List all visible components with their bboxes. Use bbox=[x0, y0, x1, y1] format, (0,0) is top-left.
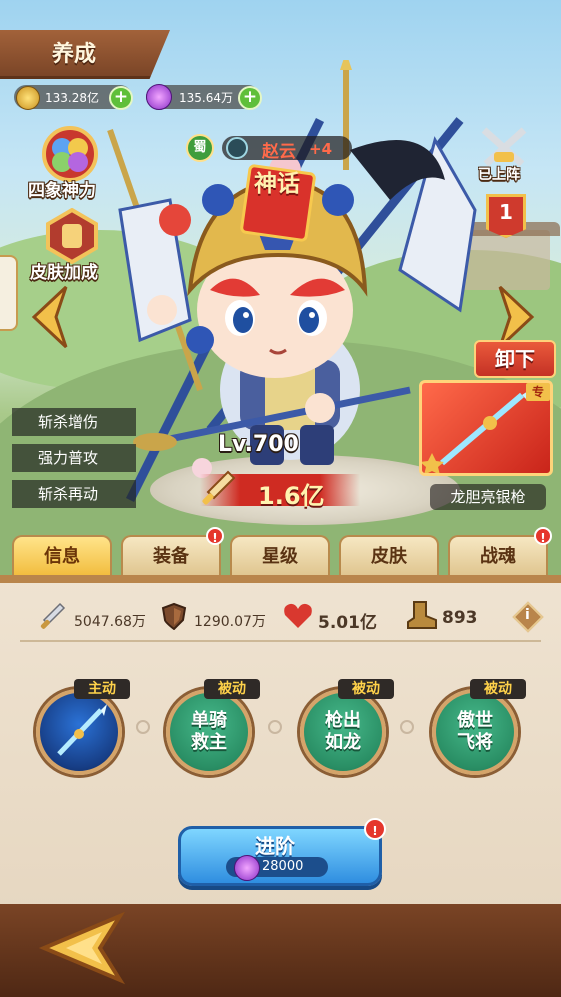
hp-value: 5.01亿 bbox=[318, 613, 377, 633]
four-symbols-label: 四象神力 bbox=[28, 181, 96, 201]
attack-value: 5047.68万 bbox=[74, 614, 146, 630]
rarity-label: 神话 bbox=[254, 171, 300, 197]
buff-item: 强力普攻 bbox=[12, 444, 136, 472]
gold-coin-icon bbox=[16, 86, 40, 110]
skill-active[interactable] bbox=[36, 689, 122, 775]
hero-power: 1.6亿 bbox=[258, 482, 325, 510]
skin-bonus-icon bbox=[46, 207, 98, 265]
hero-name: 赵云 bbox=[262, 142, 296, 162]
skill-type-tag: 被动 bbox=[204, 679, 260, 699]
gold-amount: 133.28亿 bbox=[45, 91, 99, 105]
skill-passive[interactable]: 傲世 飞将 bbox=[432, 689, 518, 775]
four-symbols-icon bbox=[42, 126, 98, 182]
tab-skin[interactable]: 皮肤 bbox=[339, 535, 439, 575]
unequip-button[interactable]: 卸下 bbox=[474, 340, 556, 378]
skill-name: 单骑 救主 bbox=[191, 710, 227, 753]
advance-cost: 28000 bbox=[262, 859, 304, 874]
hp-heart-icon bbox=[284, 603, 312, 628]
purple-gem-icon bbox=[234, 855, 260, 881]
info-icon: i bbox=[525, 607, 530, 623]
four-symbols-button[interactable] bbox=[40, 124, 100, 184]
skill-passive[interactable]: 枪出 如龙 bbox=[300, 689, 386, 775]
speed-boot-icon bbox=[407, 601, 437, 629]
add-gold-button[interactable]: + bbox=[109, 86, 133, 110]
skill-name: 枪出 如龙 bbox=[325, 710, 361, 753]
skill-name: 傲世 飞将 bbox=[457, 710, 493, 753]
weapon-name: 龙胆亮银枪 bbox=[430, 484, 546, 510]
skill-separator bbox=[136, 720, 150, 734]
skill-type-tag: 被动 bbox=[338, 679, 394, 699]
purple-gem-icon bbox=[146, 84, 172, 110]
tab-equipment[interactable]: 装备 bbox=[121, 535, 221, 575]
faction-badge: 蜀 bbox=[186, 134, 214, 162]
buff-item: 斩杀增伤 bbox=[12, 408, 136, 436]
attack-sword-icon bbox=[40, 602, 66, 629]
hero-class-icon bbox=[226, 137, 248, 159]
exclusive-tag: 专 bbox=[526, 383, 550, 401]
tab-stars[interactable]: 星级 bbox=[230, 535, 330, 575]
skill-passive[interactable]: 单骑 救主 bbox=[166, 689, 252, 775]
deployed-label: 已上阵 bbox=[478, 167, 520, 183]
skill-separator bbox=[400, 720, 414, 734]
skill-type-tag: 被动 bbox=[470, 679, 526, 699]
tab-info[interactable]: 信息 bbox=[12, 535, 112, 575]
skin-bonus-button[interactable] bbox=[44, 207, 100, 265]
power-sword-icon bbox=[202, 470, 236, 505]
stats-divider bbox=[20, 640, 541, 642]
skill-type-tag: 主动 bbox=[74, 679, 130, 699]
equipment-alert-badge: ! bbox=[206, 527, 224, 545]
skin-bonus-label: 皮肤加成 bbox=[30, 263, 98, 283]
team-slot-number: 1 bbox=[499, 200, 513, 224]
hero-plus: +4 bbox=[309, 140, 333, 158]
back-arrow-icon[interactable] bbox=[36, 910, 126, 986]
spear-skill-icon bbox=[57, 704, 107, 756]
hero-level: Lv.700 bbox=[218, 432, 299, 457]
add-gem-button[interactable]: + bbox=[238, 86, 262, 110]
defense-value: 1290.07万 bbox=[194, 614, 266, 630]
side-panel-edge bbox=[0, 255, 18, 331]
panel-top-border bbox=[0, 575, 561, 583]
speed-value: 893 bbox=[442, 608, 478, 628]
gem-amount: 135.64万 bbox=[179, 91, 233, 105]
war-soul-alert-badge: ! bbox=[534, 527, 552, 545]
page-title: 养成 bbox=[52, 42, 97, 67]
advance-alert-badge: ! bbox=[364, 818, 386, 840]
prev-hero-arrow-icon[interactable] bbox=[30, 285, 70, 349]
skill-separator bbox=[268, 720, 282, 734]
buff-item: 斩杀再动 bbox=[12, 480, 136, 508]
advance-label: 进阶 bbox=[255, 834, 295, 858]
defense-shield-icon bbox=[161, 602, 187, 630]
tab-war-soul[interactable]: 战魂 bbox=[448, 535, 548, 575]
